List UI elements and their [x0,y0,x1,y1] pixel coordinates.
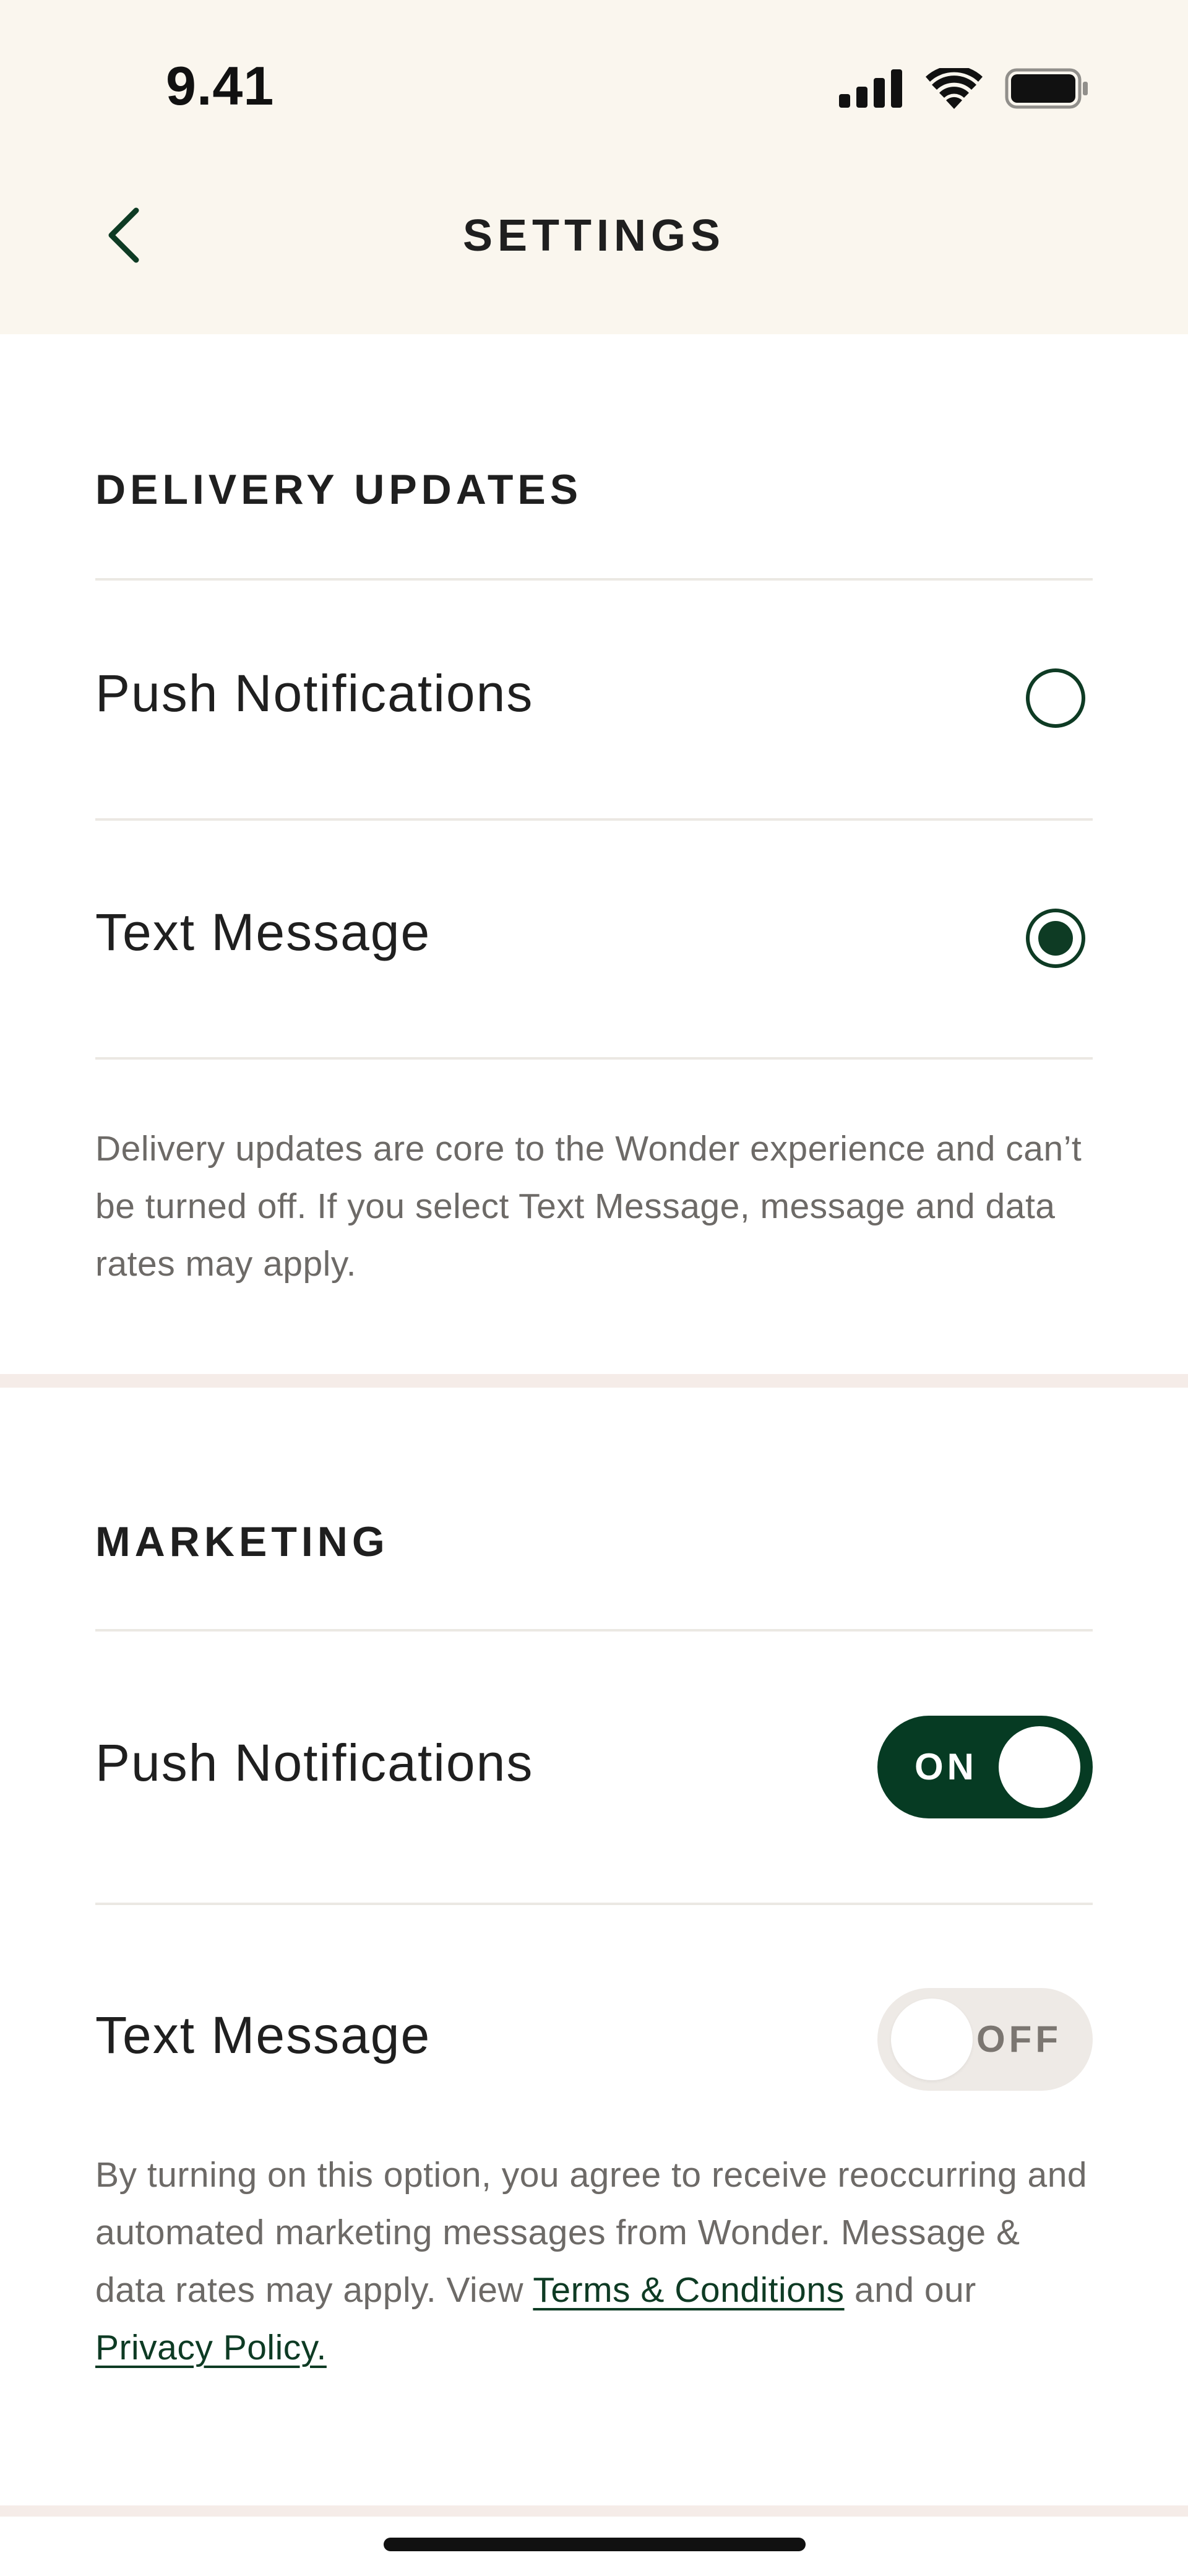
home-indicator [384,2538,806,2551]
section-separator [0,2505,1188,2517]
marketing-note: By turning on this option, you agree to … [95,2146,1098,2377]
status-time: 9.41 [166,55,275,116]
section-separator [0,1374,1188,1388]
wifi-icon [926,68,983,109]
toggle-knob [891,1999,973,2080]
marketing-heading: MARKETING [95,1518,389,1565]
header: 9.41 SETTINGS [0,0,1188,334]
divider [95,1903,1093,1905]
divider [95,1057,1093,1060]
marketing-note-text: and our [844,2270,976,2310]
terms-link[interactable]: Terms & Conditions [533,2270,844,2310]
radio-selected-dot [1038,921,1073,956]
page-title: SETTINGS [462,211,726,261]
toggle-state-label: ON [915,1746,978,1787]
toggle-state-label: OFF [976,2018,1062,2060]
marketing-push-toggle[interactable]: ON [877,1716,1093,1818]
privacy-policy-link[interactable]: Privacy Policy. [95,2328,327,2367]
delivery-text-label: Text Message [95,903,431,961]
cellular-signal-icon [839,69,902,108]
divider [95,818,1093,821]
battery-icon [1005,68,1088,109]
delivery-updates-heading: DELIVERY UPDATES [95,466,583,513]
divider [95,1629,1093,1632]
marketing-text-toggle[interactable]: OFF [877,1988,1093,2091]
delivery-text-radio[interactable] [1026,909,1085,968]
delivery-push-label: Push Notifications [95,664,534,722]
toggle-knob [999,1726,1080,1808]
marketing-push-label: Push Notifications [95,1734,534,1792]
divider [95,578,1093,581]
delivery-push-radio[interactable] [1026,668,1085,728]
settings-screen: 9.41 SETTINGS DELIVERY UPDATES Push Noti… [0,0,1188,2576]
delivery-updates-note: Delivery updates are core to the Wonder … [95,1129,1082,1284]
status-icons [839,67,1089,110]
marketing-text-label: Text Message [95,2006,431,2064]
